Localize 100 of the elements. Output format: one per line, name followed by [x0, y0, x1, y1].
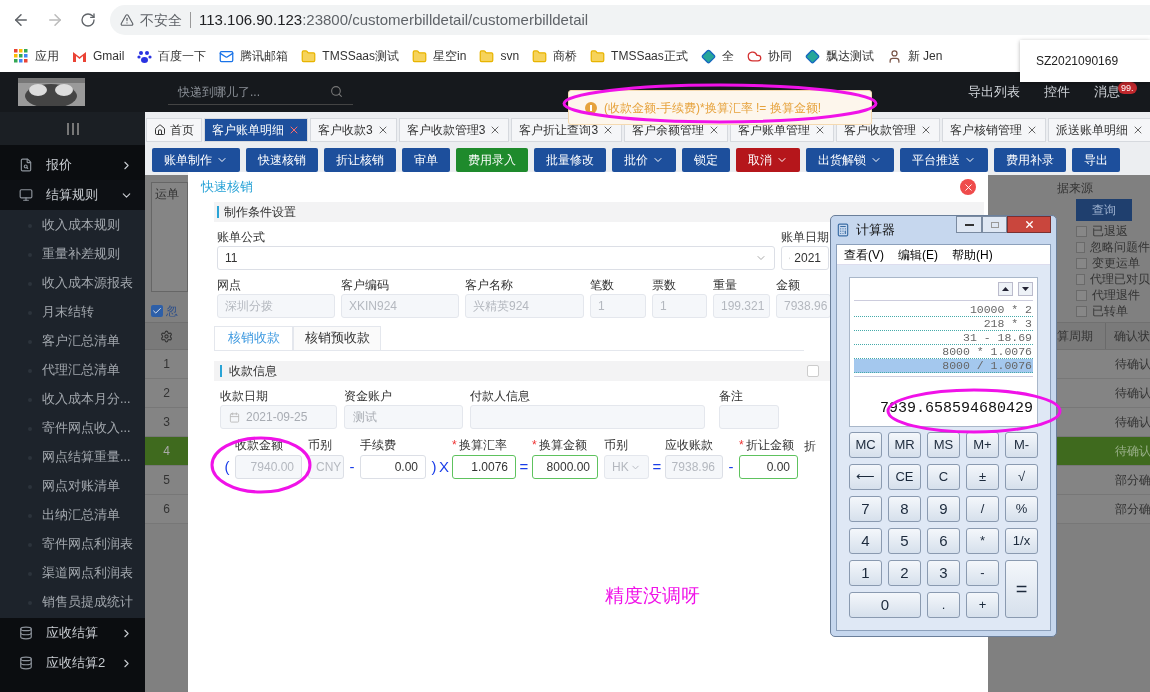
- submenu-item[interactable]: 寄件网点收入...: [0, 414, 145, 443]
- toolbar-button[interactable]: 费用录入: [456, 148, 528, 172]
- submenu-item[interactable]: 收入成本规则: [0, 211, 145, 240]
- close-icon[interactable]: [288, 124, 300, 136]
- waybill-textarea[interactable]: 运单: [151, 182, 188, 292]
- calculator-key[interactable]: 8: [888, 496, 921, 522]
- toolbar-button[interactable]: 账单制作: [152, 148, 240, 172]
- input-field[interactable]: 0.00: [739, 455, 798, 479]
- toolbar-button[interactable]: 折让核销: [324, 148, 396, 172]
- menu-item[interactable]: 帮助(H): [952, 245, 993, 264]
- toolbar-button[interactable]: 审单: [402, 148, 450, 172]
- calculator-key[interactable]: M-: [1005, 432, 1038, 458]
- bookmark[interactable]: svn: [479, 47, 520, 65]
- select-field[interactable]: 11: [217, 246, 775, 270]
- submenu-item[interactable]: 寄件网点利润表: [0, 530, 145, 559]
- toolbar-button[interactable]: 快速核销: [246, 148, 318, 172]
- sidebar-item[interactable]: 报价: [0, 150, 145, 180]
- input-field[interactable]: [470, 405, 705, 429]
- bookmark[interactable]: 飘达测试: [804, 47, 874, 65]
- submenu-item[interactable]: 网点对账清单: [0, 472, 145, 501]
- submenu-item[interactable]: 收入成本月分...: [0, 385, 145, 414]
- calculator-key[interactable]: 9: [927, 496, 960, 522]
- calculator-key[interactable]: *: [966, 528, 999, 554]
- calculator-key[interactable]: -: [966, 560, 999, 586]
- submenu-item[interactable]: 客户汇总清单: [0, 327, 145, 356]
- submenu-item[interactable]: 收入成本源报表: [0, 269, 145, 298]
- calculator-key[interactable]: 1: [849, 560, 882, 586]
- calculator-key[interactable]: =: [1005, 560, 1038, 618]
- submenu-item[interactable]: 销售员提成统计: [0, 588, 145, 617]
- checkbox[interactable]: [807, 365, 819, 377]
- calculator-key[interactable]: 6: [927, 528, 960, 554]
- sidebar-item[interactable]: 应收结算2: [0, 648, 145, 678]
- calculator-key[interactable]: .: [927, 592, 960, 618]
- submenu-item[interactable]: 渠道网点利润表: [0, 559, 145, 588]
- calculator-key[interactable]: CE: [888, 464, 921, 490]
- header-link[interactable]: 控件: [1044, 84, 1070, 100]
- calculator-key[interactable]: MR: [888, 432, 921, 458]
- address-bar[interactable]: 不安全 113.106.90.123:23800/customerbilldetail/customerbilldetail: [110, 5, 1150, 35]
- bookmark[interactable]: 百度一下: [137, 47, 207, 65]
- menu-item[interactable]: 查看(V): [844, 245, 884, 264]
- tab[interactable]: 派送账单明细: [1048, 118, 1150, 142]
- bookmark[interactable]: 腾讯邮箱: [219, 47, 289, 65]
- toolbar-button[interactable]: 出货解锁: [806, 148, 894, 172]
- calculator-key[interactable]: %: [1005, 496, 1038, 522]
- history-entry[interactable]: 10000 * 2: [854, 303, 1033, 317]
- submenu-item[interactable]: 重量补差规则: [0, 240, 145, 269]
- calculator-key[interactable]: /: [966, 496, 999, 522]
- menu-item[interactable]: 编辑(E): [898, 245, 938, 264]
- close-button[interactable]: [1007, 216, 1051, 233]
- submenu-item[interactable]: 网点结算重量...: [0, 443, 145, 472]
- sidebar-item[interactable]: 应收结算: [0, 618, 145, 648]
- scroll-up-button[interactable]: [998, 282, 1013, 296]
- settings-icon[interactable]: [160, 329, 173, 343]
- toolbar-button[interactable]: 费用补录: [994, 148, 1066, 172]
- calculator-key[interactable]: 1/x: [1005, 528, 1038, 554]
- history-entry[interactable]: 31 - 18.69: [854, 331, 1033, 345]
- calculator-key[interactable]: +: [966, 592, 999, 618]
- calculator-key[interactable]: 4: [849, 528, 882, 554]
- calculator-key[interactable]: 7: [849, 496, 882, 522]
- calculator-key[interactable]: √: [1005, 464, 1038, 490]
- calculator-key[interactable]: 3: [927, 560, 960, 586]
- reload-icon[interactable]: [80, 12, 96, 28]
- toolbar-button[interactable]: 批价: [612, 148, 676, 172]
- toolbar-button[interactable]: 批量修改: [534, 148, 606, 172]
- input-field[interactable]: [719, 405, 779, 429]
- toolbar-button[interactable]: 取消: [736, 148, 800, 172]
- tab[interactable]: 首页: [146, 118, 202, 142]
- bookmark[interactable]: 协同: [746, 47, 792, 65]
- tab[interactable]: 客户核销管理: [942, 118, 1047, 142]
- submenu-item[interactable]: 月末结转: [0, 298, 145, 327]
- calculator-key[interactable]: C: [927, 464, 960, 490]
- bookmark[interactable]: 商桥: [532, 47, 578, 65]
- input-field[interactable]: 8000.00: [532, 455, 598, 479]
- header-link[interactable]: 消息: [1094, 84, 1120, 100]
- close-icon[interactable]: [960, 179, 976, 195]
- calculator-key[interactable]: 2: [888, 560, 921, 586]
- submenu-item[interactable]: 代理汇总清单: [0, 356, 145, 385]
- bookmark[interactable]: TMSSaas正式: [590, 47, 688, 65]
- search-field[interactable]: 快递到哪儿了...: [168, 79, 353, 105]
- tab[interactable]: 客户收款3: [310, 118, 397, 142]
- checkbox[interactable]: [151, 305, 163, 317]
- bookmark[interactable]: Gmail: [72, 47, 125, 65]
- calculator-key[interactable]: 5: [888, 528, 921, 554]
- bookmark[interactable]: TMSSaas测试: [301, 47, 400, 65]
- input-field[interactable]: 0.00: [360, 455, 426, 479]
- bookmark[interactable]: 新 Jen: [886, 47, 943, 65]
- calculator-key[interactable]: ±: [966, 464, 999, 490]
- query-button[interactable]: 查询: [1076, 199, 1132, 221]
- back-icon[interactable]: [12, 11, 30, 29]
- scroll-down-button[interactable]: [1018, 282, 1033, 296]
- minimize-button[interactable]: [956, 216, 982, 233]
- date-field[interactable]: 2021: [781, 246, 829, 270]
- history-entry[interactable]: 218 * 3: [854, 317, 1033, 331]
- tab[interactable]: 客户账单明细: [204, 118, 308, 142]
- calculator-key[interactable]: MC: [849, 432, 882, 458]
- bookmark[interactable]: 应用: [14, 47, 59, 65]
- calculator-key[interactable]: M+: [966, 432, 999, 458]
- input-field[interactable]: 1.0076: [452, 455, 516, 479]
- calculator-key[interactable]: MS: [927, 432, 960, 458]
- sidebar-item[interactable]: 结算规则: [0, 180, 145, 210]
